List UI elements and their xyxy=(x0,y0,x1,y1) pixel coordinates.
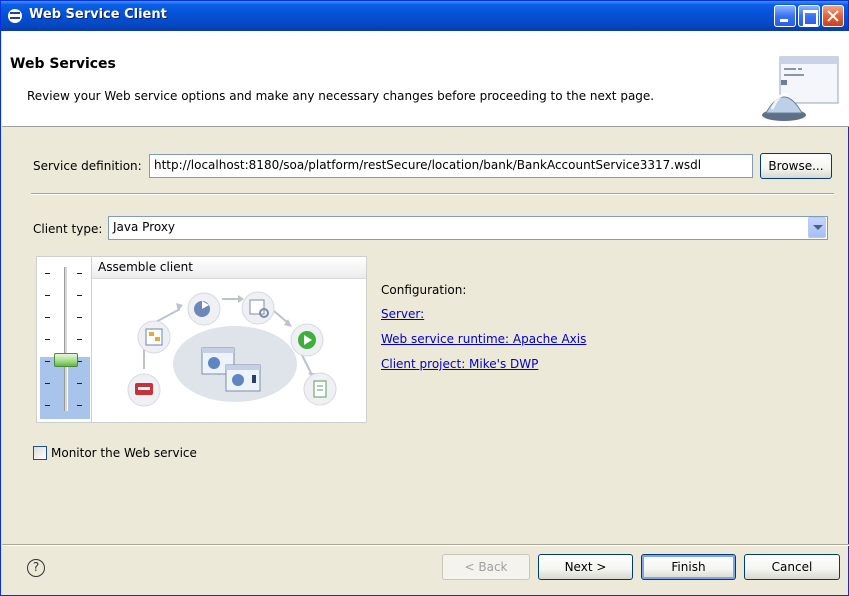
slider-tick xyxy=(77,339,82,340)
slider-tick xyxy=(77,317,82,318)
slider-tick xyxy=(77,295,82,296)
slider-tick xyxy=(45,317,50,318)
client-type-select[interactable]: Java Proxy xyxy=(108,216,828,240)
slider-tick xyxy=(77,383,82,384)
back-button[interactable]: < Back xyxy=(442,554,530,580)
minimize-icon[interactable] xyxy=(774,5,796,27)
chevron-down-icon[interactable] xyxy=(808,217,826,238)
web-service-wizard-icon xyxy=(762,56,839,121)
header-banner: Web Services Review your Web service opt… xyxy=(2,31,849,127)
slider-tick xyxy=(77,405,82,406)
maximize-icon[interactable] xyxy=(798,5,820,27)
slider-tick xyxy=(77,273,82,274)
slider-tick xyxy=(45,273,50,274)
stage-header: Assemble client xyxy=(92,257,366,279)
title-bar[interactable]: Web Service Client xyxy=(1,1,848,31)
window-title: Web Service Client xyxy=(29,7,167,22)
client-type-label: Client type: xyxy=(33,222,103,236)
server-link[interactable]: Server: xyxy=(381,307,424,321)
next-button[interactable]: Next > xyxy=(538,554,633,580)
monitor-label[interactable]: Monitor the Web service xyxy=(51,446,197,460)
configuration-heading: Configuration: xyxy=(381,283,467,297)
separator xyxy=(31,193,834,195)
stage-label: Assemble client xyxy=(98,260,193,274)
assemble-client-diagram xyxy=(127,291,337,407)
test-icon xyxy=(249,299,265,315)
document-icon xyxy=(313,380,327,398)
eclipse-app-icon xyxy=(8,9,22,23)
footer-separator xyxy=(2,544,849,546)
slider-tick xyxy=(45,383,50,384)
browse-button[interactable]: Browse... xyxy=(760,153,832,179)
slider-tick xyxy=(45,339,50,340)
client-project-link[interactable]: Client project: Mike's DWP xyxy=(381,357,538,371)
slider-tick xyxy=(45,361,50,362)
slider-tick xyxy=(45,405,50,406)
monitor-checkbox[interactable] xyxy=(33,446,47,460)
finish-button[interactable]: Finish xyxy=(641,554,736,580)
web-service-runtime-link[interactable]: Web service runtime: Apache Axis xyxy=(381,332,586,346)
help-icon[interactable]: ? xyxy=(27,559,45,577)
page-title: Web Services xyxy=(10,56,116,72)
slider-thumb[interactable] xyxy=(54,353,78,367)
service-definition-field[interactable]: http://localhost:8180/soa/platform/restS… xyxy=(149,154,753,178)
slider-track xyxy=(64,267,68,411)
stage-illustration-panel: Assemble client xyxy=(91,256,367,423)
close-icon[interactable] xyxy=(822,5,844,27)
slider-tick xyxy=(45,295,50,296)
service-definition-label: Service definition: xyxy=(33,159,142,173)
client-level-slider[interactable] xyxy=(36,256,94,423)
dialog-window: Web Service Client Web Services Review y… xyxy=(0,0,849,596)
cancel-button[interactable]: Cancel xyxy=(744,554,840,580)
page-description: Review your Web service options and make… xyxy=(27,89,655,103)
